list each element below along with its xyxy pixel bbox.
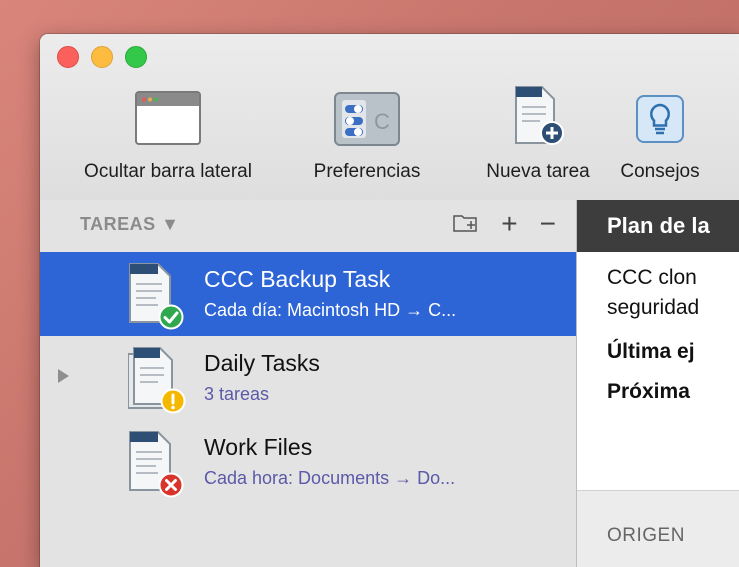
preferences-button[interactable]: C Preferencias bbox=[314, 91, 420, 182]
app-window: Ocultar barra lateral C Preferencias Nue… bbox=[40, 34, 739, 567]
sidebar: TAREAS ▼ + − CCC Backup Task Cada día: M… bbox=[40, 200, 577, 567]
task-name: Daily Tasks bbox=[204, 350, 320, 376]
toolbar-label: Ocultar barra lateral bbox=[84, 161, 252, 182]
toggle-sidebar-button[interactable]: Ocultar barra lateral bbox=[84, 91, 252, 182]
lightbulb-icon bbox=[636, 95, 684, 143]
sidebar-title[interactable]: TAREAS ▼ bbox=[80, 214, 179, 235]
task-document-icon bbox=[128, 430, 184, 499]
tips-button[interactable]: Consejos bbox=[620, 91, 700, 182]
success-check-icon bbox=[158, 304, 184, 335]
task-name: CCC Backup Task bbox=[204, 266, 391, 292]
add-task-button[interactable]: + bbox=[501, 210, 517, 238]
preferences-toggle-icon: C bbox=[334, 91, 400, 147]
sidebar-actions: + − bbox=[453, 210, 556, 238]
detail-header: Plan de la bbox=[577, 200, 739, 252]
task-row-daily-tasks[interactable]: Daily Tasks 3 tareas bbox=[40, 336, 576, 420]
task-document-icon bbox=[128, 262, 184, 331]
toolbar-label: Consejos bbox=[620, 161, 700, 182]
task-schedule: Cada día: Macintosh HD → C... bbox=[204, 300, 457, 320]
toolbar: Ocultar barra lateral C Preferencias Nue… bbox=[40, 34, 739, 201]
task-schedule: Cada hora: Documents → Do... bbox=[204, 468, 456, 488]
task-row-ccc-backup[interactable]: CCC Backup Task Cada día: Macintosh HD →… bbox=[40, 252, 576, 336]
error-x-icon bbox=[158, 472, 184, 503]
new-task-button[interactable]: Nueva tarea bbox=[486, 86, 590, 182]
description-line-1: CCC clon bbox=[607, 266, 697, 289]
source-label: ORIGEN bbox=[607, 525, 685, 546]
minimize-button[interactable] bbox=[91, 46, 113, 68]
toolbar-label: Preferencias bbox=[313, 161, 421, 182]
task-row-work-files[interactable]: Work Files Cada hora: Documents → Do... bbox=[40, 420, 576, 504]
window-controls bbox=[57, 46, 147, 68]
source-section: ORIGEN bbox=[577, 490, 739, 567]
next-run-label: Próxima bbox=[607, 380, 690, 403]
task-group-document-icon bbox=[127, 346, 186, 415]
remove-task-button[interactable]: − bbox=[540, 210, 556, 238]
folder-add-icon[interactable] bbox=[453, 210, 479, 238]
task-detail-pane: Plan de la CCC clon seguridad Última ej … bbox=[577, 200, 739, 567]
sidebar-window-icon bbox=[135, 91, 201, 145]
toolbar-label: Nueva tarea bbox=[486, 161, 590, 182]
zoom-button[interactable] bbox=[125, 46, 147, 68]
warning-icon bbox=[160, 388, 186, 419]
description-line-2: seguridad bbox=[607, 296, 700, 319]
svg-text:C: C bbox=[374, 109, 390, 134]
task-name: Work Files bbox=[204, 434, 313, 460]
close-button[interactable] bbox=[57, 46, 79, 68]
sidebar-header: TAREAS ▼ + − bbox=[40, 200, 576, 252]
task-count: 3 tareas bbox=[204, 384, 270, 404]
disclosure-triangle-icon[interactable] bbox=[58, 369, 69, 383]
last-run-label: Última ej bbox=[607, 340, 695, 363]
new-task-document-icon bbox=[510, 85, 566, 147]
